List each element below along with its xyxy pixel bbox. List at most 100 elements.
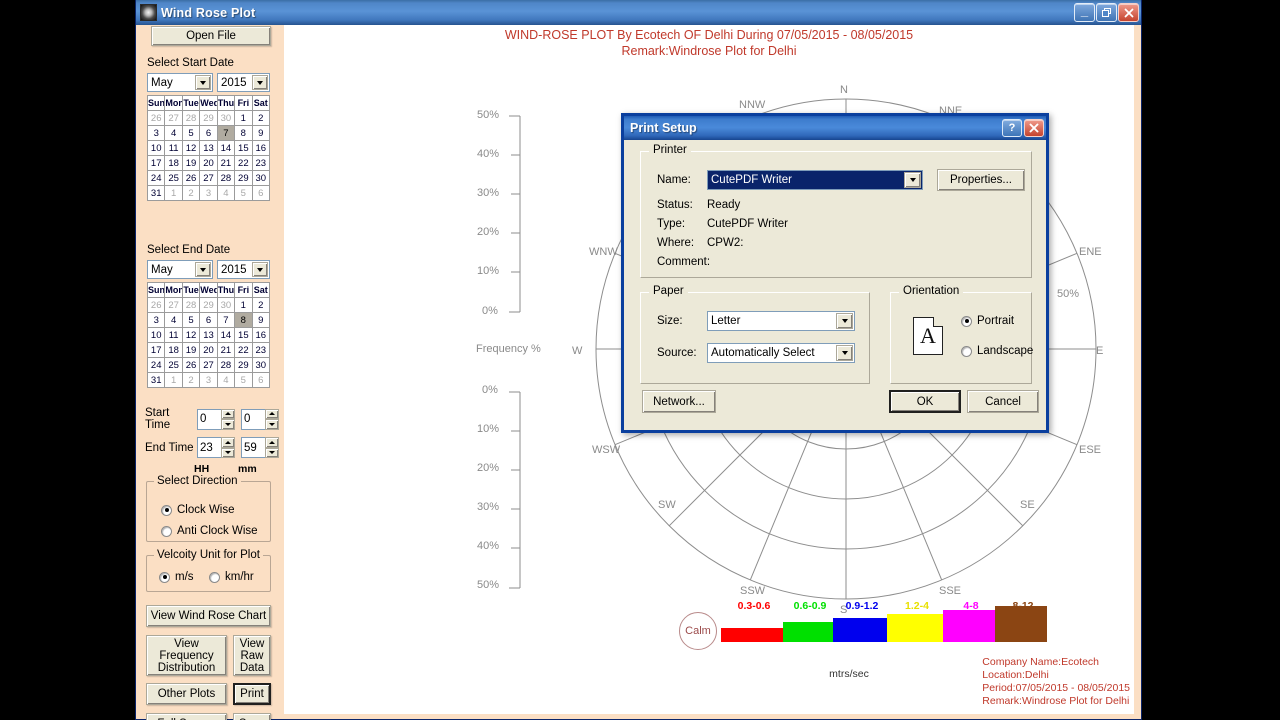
help-button[interactable]: ? — [1002, 119, 1022, 137]
paper-source-select[interactable]: Automatically Select — [707, 343, 855, 363]
calendar-day[interactable]: 30 — [216, 110, 236, 126]
calendar-day[interactable]: 6 — [199, 312, 218, 328]
calendar-day[interactable]: 26 — [181, 170, 201, 186]
view-raw-data-button[interactable]: View Raw Data — [233, 635, 271, 676]
save-button[interactable]: Save — [233, 713, 271, 720]
calendar-day[interactable]: 17 — [146, 155, 166, 171]
start-calendar-grid[interactable]: SunMonTueWedThuFriSat 262728293012345678… — [146, 95, 271, 201]
calendar-day[interactable]: 16 — [251, 327, 271, 343]
end-date-calendar[interactable]: May 2015 SunMonTueWedThuFriSat 262728293… — [146, 260, 271, 388]
calendar-day[interactable]: 15 — [234, 140, 253, 156]
calendar-day[interactable]: 28 — [181, 110, 201, 126]
calendar-day[interactable]: 14 — [216, 140, 236, 156]
calendar-day[interactable]: 20 — [199, 342, 218, 358]
end-time-hour-stepper[interactable] — [197, 437, 235, 458]
calendar-day[interactable]: 5 — [181, 125, 201, 141]
end-time-minute-input[interactable] — [241, 437, 265, 458]
start-time-hour-stepper[interactable] — [197, 408, 235, 430]
end-year-select[interactable]: 2015 — [217, 260, 270, 279]
start-date-calendar[interactable]: May 2015 SunMonTueWedThuFriSat 262728293… — [146, 73, 271, 201]
open-file-button[interactable]: Open File — [151, 26, 271, 46]
calendar-day[interactable]: 5 — [234, 372, 253, 388]
other-plots-button[interactable]: Other Plots — [146, 683, 227, 705]
calendar-day[interactable]: 30 — [251, 170, 271, 186]
calendar-day[interactable]: 1 — [234, 297, 253, 313]
calendar-day[interactable]: 4 — [164, 312, 183, 328]
start-time-hour-input[interactable] — [197, 408, 221, 430]
calendar-day[interactable]: 18 — [164, 342, 183, 358]
calendar-day[interactable]: 31 — [146, 372, 166, 388]
calendar-day[interactable]: 5 — [181, 312, 201, 328]
radio-clock-wise[interactable]: Clock Wise — [161, 504, 235, 516]
calendar-day[interactable]: 4 — [216, 372, 236, 388]
calendar-day[interactable]: 2 — [181, 372, 201, 388]
cancel-button[interactable]: Cancel — [967, 390, 1039, 413]
start-month-select[interactable]: May — [147, 73, 213, 92]
calendar-day[interactable]: 11 — [164, 140, 183, 156]
calendar-day[interactable]: 31 — [146, 185, 166, 201]
calendar-day[interactable]: 21 — [216, 155, 236, 171]
end-month-select[interactable]: May — [147, 260, 213, 279]
paper-size-select[interactable]: Letter — [707, 311, 855, 331]
window-title-bar[interactable]: Wind Rose Plot _ — [136, 0, 1141, 25]
calendar-day[interactable]: 20 — [199, 155, 218, 171]
chevron-down-icon[interactable] — [195, 262, 211, 277]
calendar-day[interactable]: 2 — [251, 110, 271, 126]
spinner-down-icon[interactable] — [221, 447, 235, 458]
calendar-day[interactable]: 15 — [234, 327, 253, 343]
calendar-day[interactable]: 25 — [164, 170, 183, 186]
calendar-day[interactable]: 7 — [216, 312, 236, 328]
calendar-day[interactable]: 12 — [181, 140, 201, 156]
calendar-day[interactable]: 6 — [251, 185, 271, 201]
calendar-day[interactable]: 23 — [251, 342, 271, 358]
spinner-down-icon[interactable] — [265, 419, 279, 430]
calendar-day[interactable]: 17 — [146, 342, 166, 358]
calendar-day[interactable]: 29 — [199, 110, 218, 126]
calendar-day[interactable]: 29 — [234, 357, 253, 373]
calendar-day[interactable]: 3 — [199, 372, 218, 388]
radio-portrait[interactable]: Portrait — [961, 315, 1014, 327]
calendar-day[interactable]: 26 — [146, 110, 166, 126]
calendar-day[interactable]: 25 — [164, 357, 183, 373]
full-screen-button[interactable]: Full Screen — [146, 713, 227, 720]
calendar-day-selected[interactable]: 7 — [216, 125, 236, 141]
calendar-day[interactable]: 4 — [164, 125, 183, 141]
calendar-day[interactable]: 13 — [199, 327, 218, 343]
calendar-day[interactable]: 6 — [251, 372, 271, 388]
spinner-up-icon[interactable] — [221, 408, 235, 419]
spinner-up-icon[interactable] — [265, 437, 279, 448]
calendar-day[interactable]: 28 — [216, 357, 236, 373]
calendar-day-selected[interactable]: 8 — [234, 312, 253, 328]
chevron-down-icon[interactable] — [836, 345, 853, 361]
start-time-minute-stepper[interactable] — [241, 408, 279, 430]
calendar-day[interactable]: 3 — [146, 312, 166, 328]
calendar-day[interactable]: 27 — [164, 110, 183, 126]
calendar-day[interactable]: 30 — [216, 297, 236, 313]
close-button[interactable] — [1118, 3, 1139, 22]
minimize-button[interactable]: _ — [1074, 3, 1095, 22]
calendar-day[interactable]: 30 — [251, 357, 271, 373]
calendar-day[interactable]: 9 — [251, 125, 271, 141]
end-time-minute-stepper[interactable] — [241, 437, 279, 458]
calendar-day[interactable]: 6 — [199, 125, 218, 141]
calendar-day[interactable]: 22 — [234, 155, 253, 171]
print-dialog-title-bar[interactable]: Print Setup ? — [624, 116, 1046, 140]
calendar-day[interactable]: 14 — [216, 327, 236, 343]
view-wind-rose-chart-button[interactable]: View Wind Rose Chart — [146, 605, 271, 627]
chevron-down-icon[interactable] — [836, 313, 853, 329]
calendar-day[interactable]: 4 — [216, 185, 236, 201]
properties-button[interactable]: Properties... — [937, 169, 1025, 191]
radio-ms[interactable]: m/s — [159, 571, 194, 583]
calendar-day[interactable]: 11 — [164, 327, 183, 343]
chevron-down-icon[interactable] — [252, 75, 268, 90]
spinner-down-icon[interactable] — [265, 447, 279, 458]
calendar-day[interactable]: 3 — [199, 185, 218, 201]
calendar-day[interactable]: 1 — [164, 185, 183, 201]
view-frequency-distribution-button[interactable]: View Frequency Distribution — [146, 635, 227, 676]
print-button[interactable]: Print — [233, 683, 271, 705]
spinner-up-icon[interactable] — [265, 408, 279, 419]
calendar-day[interactable]: 29 — [234, 170, 253, 186]
calendar-day[interactable]: 26 — [181, 357, 201, 373]
calendar-day[interactable]: 1 — [164, 372, 183, 388]
calendar-day[interactable]: 3 — [146, 125, 166, 141]
